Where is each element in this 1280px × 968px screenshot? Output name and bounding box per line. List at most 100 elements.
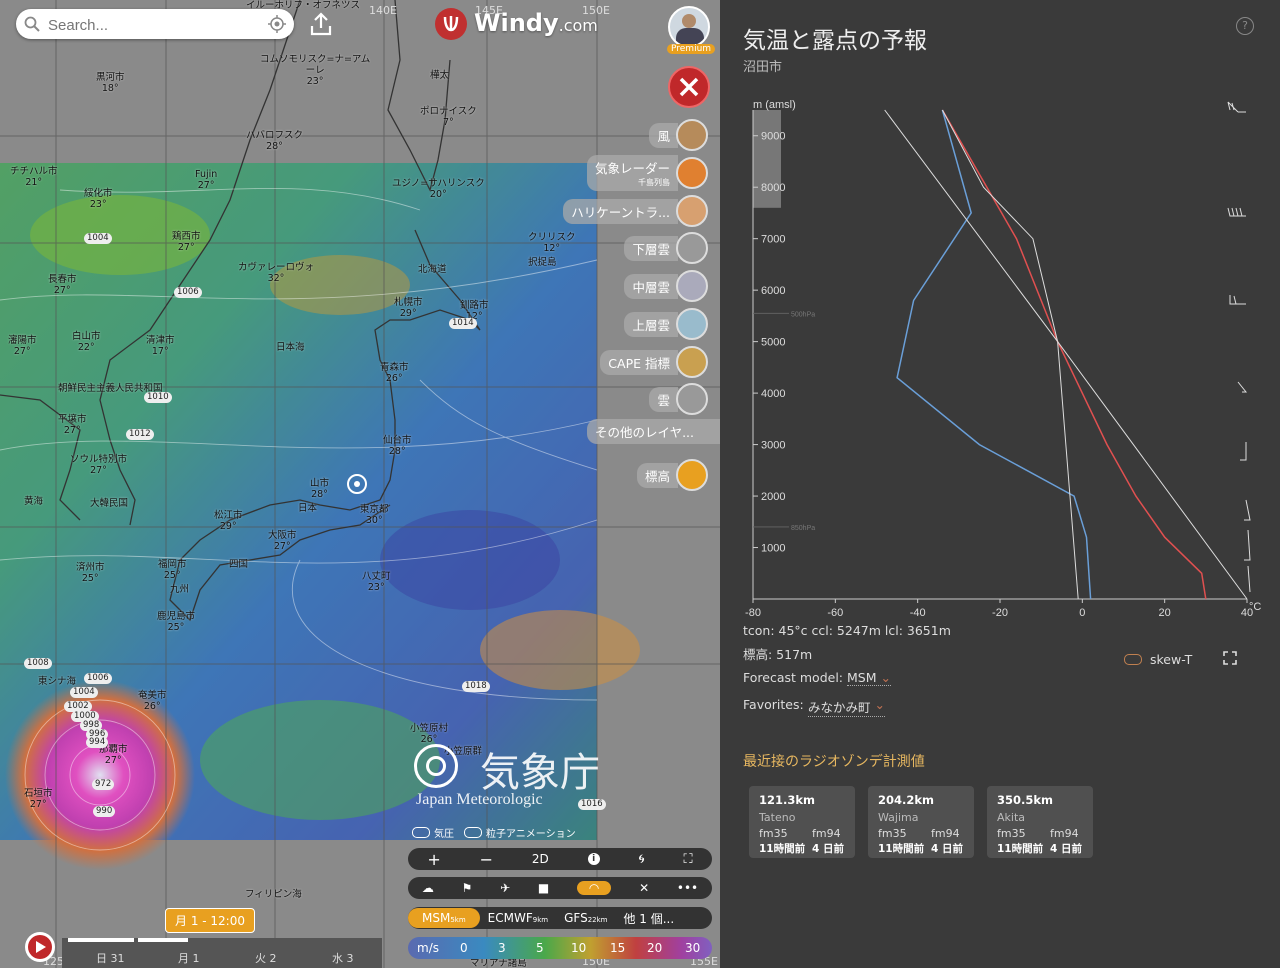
chevron-down-icon: ⌄ xyxy=(874,697,885,712)
isobar-label: 1012 xyxy=(126,429,154,440)
station-t1: 11時間前 xyxy=(878,843,925,855)
layer-item[interactable]: 上層雲 xyxy=(624,307,708,341)
city-name: 白山市 xyxy=(72,331,101,342)
geolocate-icon[interactable] xyxy=(268,15,286,33)
close-button[interactable] xyxy=(668,66,710,108)
windy-brand[interactable]: Windy.com xyxy=(474,9,598,37)
city-temperature: 12° xyxy=(543,243,561,254)
layer-item[interactable]: 中層雲 xyxy=(624,269,708,303)
city-label: カヴァレーロヴォ 32° xyxy=(238,262,314,284)
city-name: フィリピン海 xyxy=(245,889,302,900)
layer-item[interactable]: 気象レーダー 千島列島 xyxy=(586,155,708,191)
city-name: 大韓民国 xyxy=(90,498,129,509)
windy-logo-icon[interactable] xyxy=(435,8,467,40)
layer-item[interactable]: CAPE 指標 xyxy=(600,345,708,379)
city-label: ソウル特別市 27° xyxy=(70,454,127,476)
particles-toggle[interactable]: 粒子アニメーション xyxy=(464,825,576,840)
flag-icon[interactable]: ⚑ xyxy=(462,881,473,895)
help-icon[interactable]: ? xyxy=(1236,17,1254,35)
city-name: コムソモリスク=ナ=アム xyxy=(260,54,371,65)
radiosonde-card[interactable]: 350.5km Akita fm35 fm94 11時間前 4 日前 xyxy=(987,786,1093,858)
timeline-day[interactable]: 月 1 xyxy=(178,950,200,966)
city-label: 石垣市 27° xyxy=(24,788,53,810)
city-name: 仙台市 xyxy=(383,435,412,446)
view-mode-button[interactable]: 2D xyxy=(532,852,549,866)
search-input[interactable] xyxy=(46,14,250,36)
station-name: Tateno xyxy=(759,811,796,824)
info-icon[interactable]: i xyxy=(587,853,600,865)
y-tick-label: 2000 xyxy=(761,491,785,503)
layer-item[interactable]: その他のレイヤ... xyxy=(586,414,720,448)
forecast-model-value: MSM xyxy=(847,670,877,685)
city-label: 大阪市 27° xyxy=(268,530,297,552)
station-dist: 121.3km xyxy=(759,793,816,807)
timeline-day[interactable]: 火 2 xyxy=(255,950,277,966)
timeline-current-time[interactable]: 月 1 - 12:00 xyxy=(165,908,255,933)
timeline-progress xyxy=(68,938,134,942)
model-msm[interactable]: MSM5km xyxy=(408,908,480,928)
radiosonde-card[interactable]: 121.3km Tateno fm35 fm94 11時間前 4 日前 xyxy=(749,786,855,858)
fullscreen-icon[interactable]: ⛶ xyxy=(683,852,692,867)
share-icon[interactable] xyxy=(310,12,332,36)
city-name: 北海道 xyxy=(418,264,447,275)
location-marker[interactable] xyxy=(347,474,367,494)
city-name: 青森市 xyxy=(380,362,409,373)
search-box[interactable] xyxy=(16,9,294,39)
layer-item[interactable]: ハリケーントラ... xyxy=(563,194,708,228)
paraglider-icon[interactable]: ◠ xyxy=(576,881,612,895)
chart-grid xyxy=(752,110,1248,603)
city-name: 八丈町 xyxy=(362,571,391,582)
hurricane-icon[interactable]: 🌀︎ xyxy=(638,852,644,867)
skewt-toggle[interactable]: skew-T xyxy=(1124,652,1192,667)
y-tick-label: 3000 xyxy=(761,440,785,452)
city-temperature: 32° xyxy=(267,273,285,284)
station-t1: 11時間前 xyxy=(997,843,1044,855)
timeline-track[interactable]: 日 31 月 1 火 2 水 3 xyxy=(62,938,382,968)
model-more[interactable]: 他 1 個... xyxy=(615,907,682,930)
station-m2: fm94 xyxy=(812,827,841,840)
city-name: 山市 xyxy=(310,478,330,489)
more-icon[interactable]: ••• xyxy=(677,881,698,895)
cross-icon[interactable]: ✕ xyxy=(639,881,649,895)
layer-label-text: 気象レーダー xyxy=(594,161,670,176)
radiosonde-card[interactable]: 204.2km Wajima fm35 fm94 11時間前 4 日前 xyxy=(868,786,974,858)
layer-item[interactable]: 風 xyxy=(649,118,708,152)
play-button[interactable] xyxy=(25,932,55,962)
city-name: 黄海 xyxy=(24,496,44,507)
zoom-in-button[interactable]: + xyxy=(427,850,440,869)
layer-label-text: 風 xyxy=(657,128,670,144)
timeline-day[interactable]: 日 31 xyxy=(96,950,125,966)
y-tick-label: 4000 xyxy=(761,388,785,400)
city-label: チチハル市 21° xyxy=(10,166,58,188)
city-temperature: 26° xyxy=(143,701,161,712)
airplane-icon[interactable]: ✈ xyxy=(500,881,510,895)
layer-item[interactable]: 標高 xyxy=(636,458,708,492)
zoom-out-button[interactable]: − xyxy=(480,850,493,869)
jma-name: 気象庁 xyxy=(480,750,600,796)
city-label: 長春市 27° xyxy=(48,274,77,296)
city-name: 四国 xyxy=(229,559,249,570)
user-avatar[interactable] xyxy=(668,6,710,48)
station-t2: 4 日前 xyxy=(812,843,844,855)
model-gfs[interactable]: GFS22km xyxy=(556,908,615,928)
weather-icon[interactable]: ☁ xyxy=(422,881,434,895)
expand-icon[interactable] xyxy=(1223,651,1237,665)
layer-item[interactable]: 下層雲 xyxy=(624,231,708,265)
pressure-toggle[interactable]: 気圧 xyxy=(412,825,454,840)
favorites-select[interactable]: みなかみ町 ⌄ xyxy=(808,697,885,717)
y-axis-label: m (amsl) xyxy=(753,99,796,111)
model-ecmwf[interactable]: ECMWF9km xyxy=(480,908,556,928)
city-name: 札幌市 xyxy=(394,297,423,308)
city-label: 小笠原村 26° xyxy=(410,723,448,745)
city-label: 瀋陽市 27° xyxy=(8,335,37,357)
weather-map[interactable]: 140E 145E 150E 125E 155E 150E イルーホリフ・オフネ… xyxy=(0,0,720,968)
city-name: カヴァレーロヴォ xyxy=(238,262,315,273)
timeline-day[interactable]: 水 3 xyxy=(332,950,354,966)
layer-item[interactable]: 雲 xyxy=(649,382,708,416)
webcam-icon[interactable]: ■ xyxy=(538,881,549,895)
model-res: 22km xyxy=(587,916,608,924)
skewt-chart[interactable]: 9000 8000 7000 6000 5000 4000 3000 2000 1000 m (a… xyxy=(720,90,1280,620)
city-label: 四国 xyxy=(229,559,248,570)
forecast-model-select[interactable]: MSM ⌄ xyxy=(847,670,891,686)
layer-label-text: 標高 xyxy=(644,468,670,484)
